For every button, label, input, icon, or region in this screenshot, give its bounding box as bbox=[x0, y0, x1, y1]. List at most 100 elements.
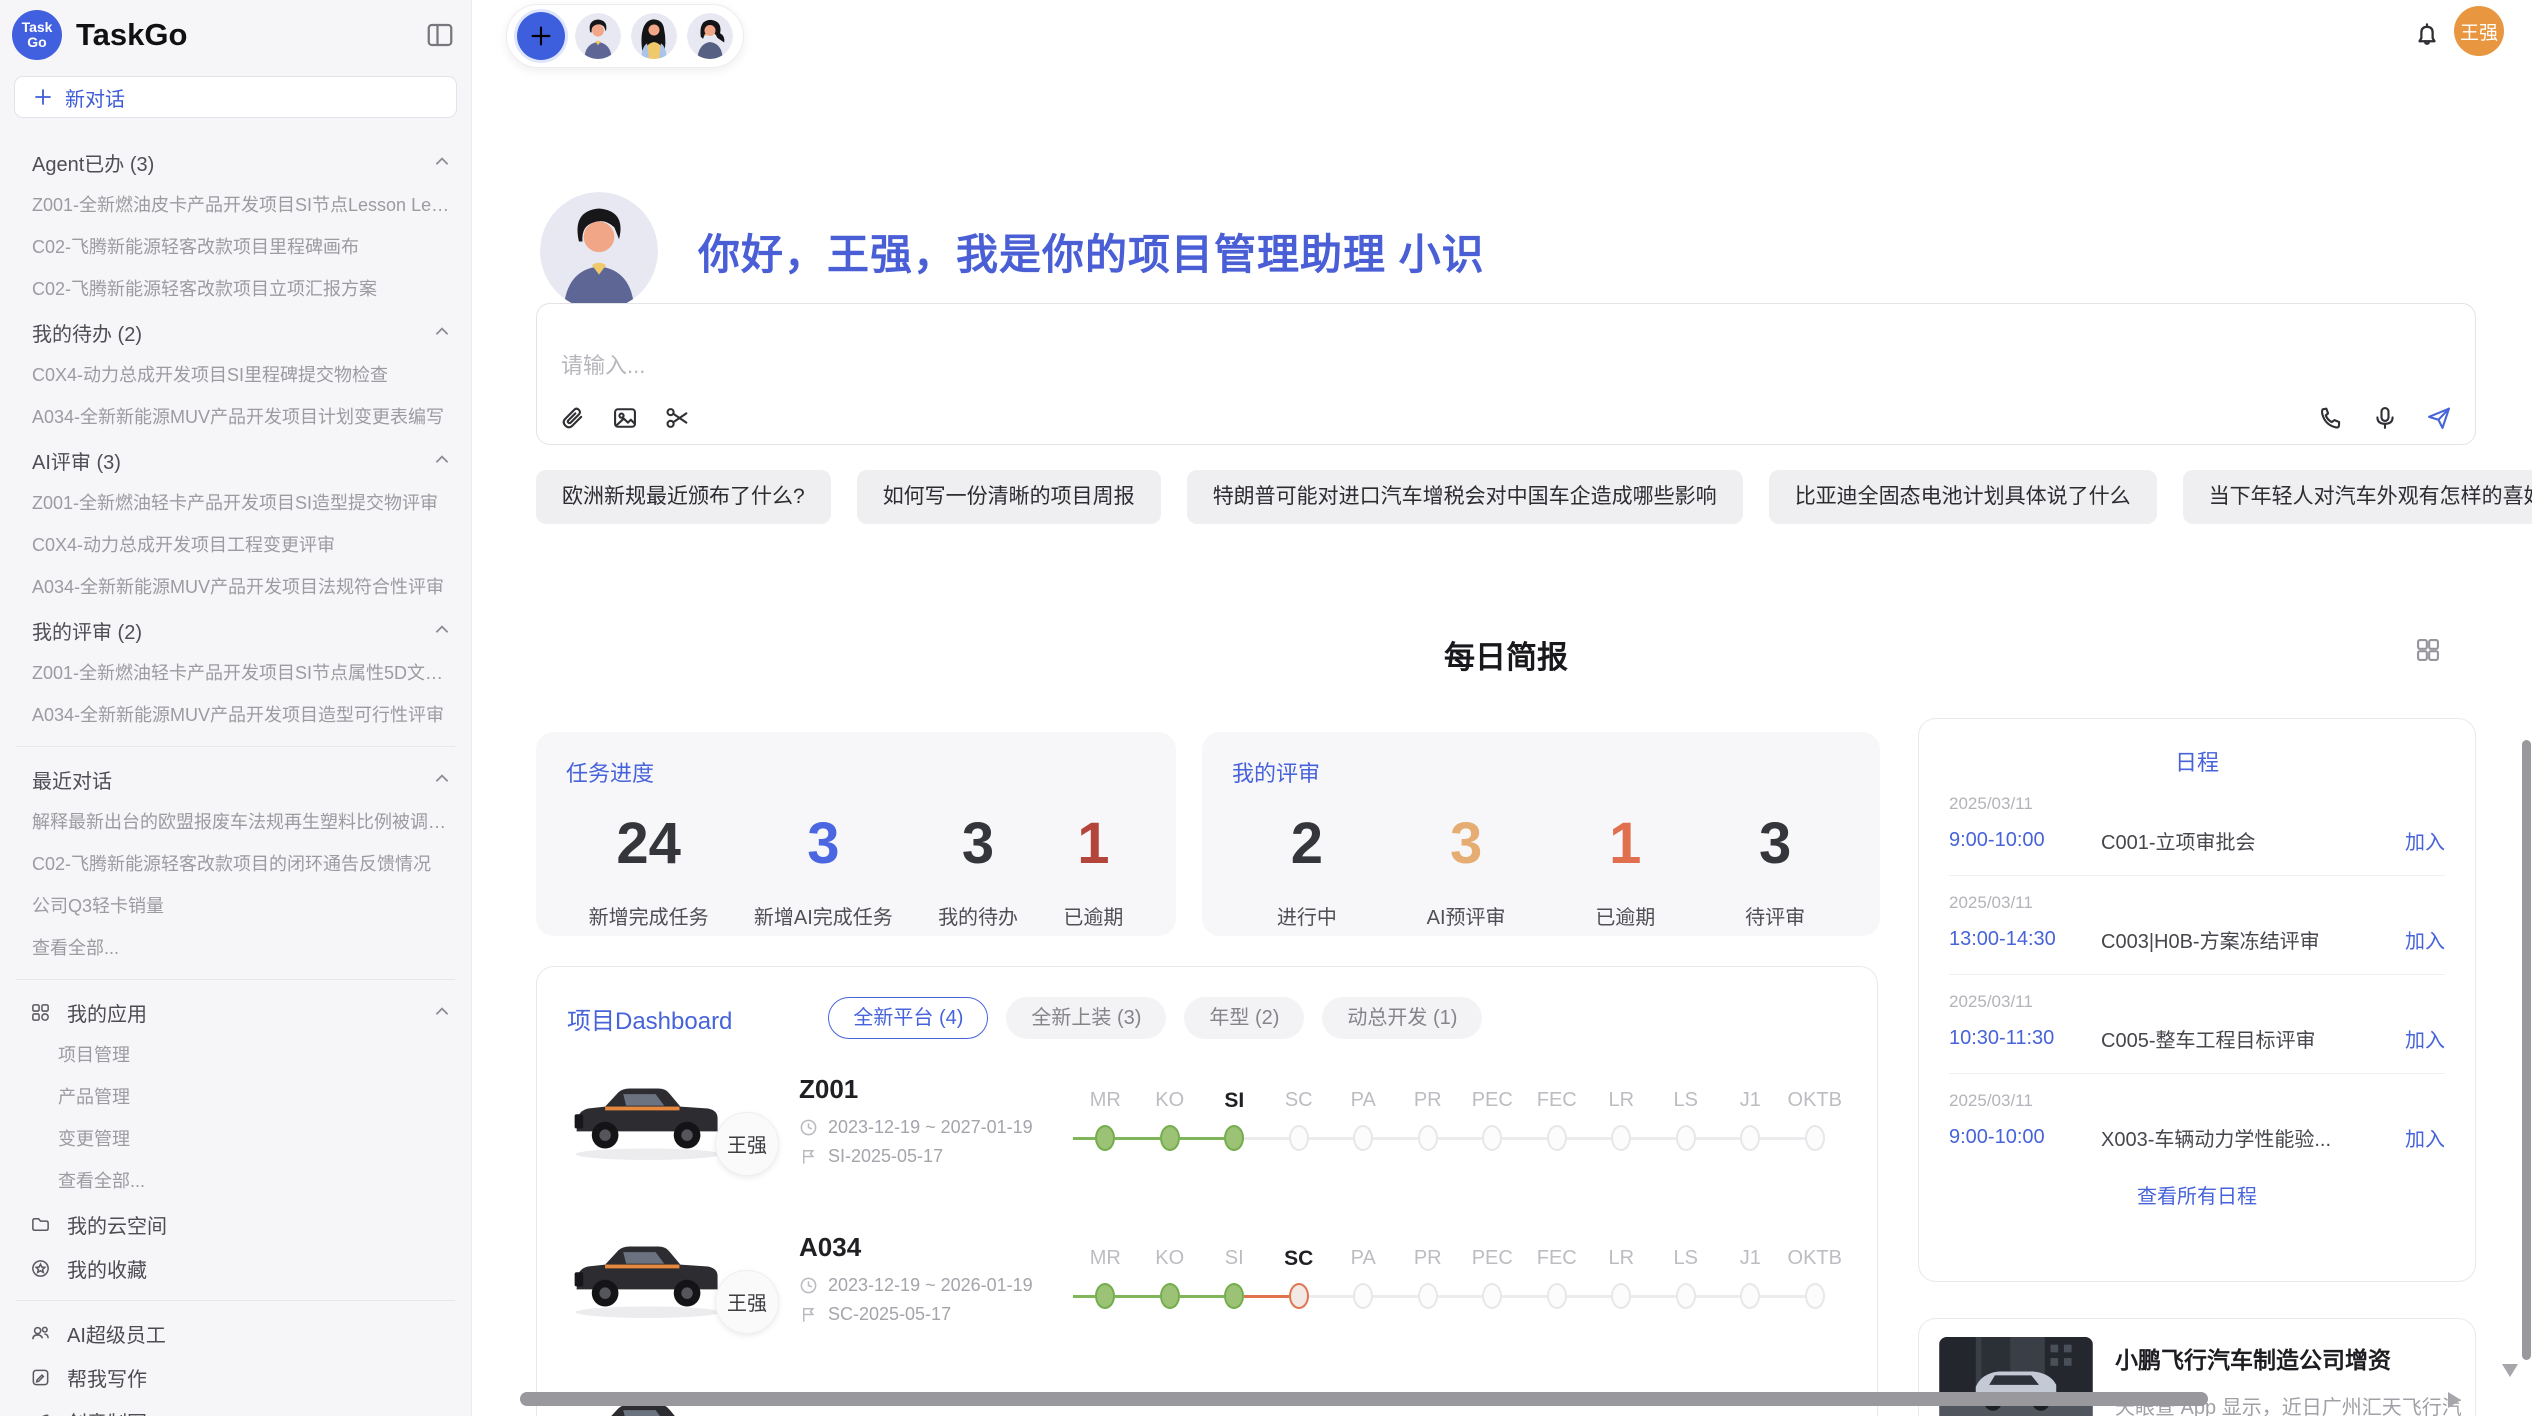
milestone-dot bbox=[1353, 1125, 1373, 1151]
sidebar-task-item[interactable]: Z001-全新燃油皮卡产品开发项目SI节点Lesson Learn报告 bbox=[0, 184, 471, 226]
milestone-dot bbox=[1740, 1125, 1760, 1151]
join-link[interactable]: 加入 bbox=[2405, 826, 2445, 855]
daily-briefing-title: 每日简报 bbox=[1444, 632, 1568, 677]
project-row[interactable]: 王强 A034 2023-12-19 ~ 2026-01-19 SC-2025-… bbox=[567, 1201, 1847, 1355]
schedule-item: 2025/03/11 9:00-10:00 C001-立项审批会 加入 bbox=[1949, 777, 2445, 876]
tab-model-year[interactable]: 年型 (2) bbox=[1184, 997, 1304, 1039]
section-header[interactable]: 我的待办 (2) bbox=[0, 310, 471, 354]
stat-value: 3 bbox=[754, 810, 893, 877]
microphone-icon[interactable] bbox=[2371, 404, 2399, 432]
phone-call-icon[interactable] bbox=[2317, 404, 2345, 432]
view-all-schedule-link[interactable]: 查看所有日程 bbox=[1949, 1180, 2445, 1209]
sidebar-task-item[interactable]: C0X4-动力总成开发项目工程变更评审 bbox=[0, 524, 471, 566]
chevron-up-icon bbox=[433, 451, 451, 469]
sidebar-task-item[interactable]: Z001-全新燃油轻卡产品开发项目SI节点属性5D文件评审 bbox=[0, 652, 471, 694]
vertical-scrollbar-thumb[interactable] bbox=[2522, 740, 2531, 1360]
sidebar-header: Task Go TaskGo bbox=[0, 0, 471, 66]
section-header[interactable]: AI评审 (3) bbox=[0, 438, 471, 482]
tab-new-body[interactable]: 全新上装 (3) bbox=[1006, 997, 1166, 1039]
section-header[interactable]: 最近对话 bbox=[0, 757, 471, 801]
section-header[interactable]: 我的评审 (2) bbox=[0, 608, 471, 652]
project-dashboard-card: 项目Dashboard 全新平台 (4) 全新上装 (3) 年型 (2) 动总开… bbox=[536, 966, 1878, 1416]
milestone-dot bbox=[1740, 1283, 1760, 1309]
agent-avatar[interactable] bbox=[687, 13, 733, 59]
sidebar-task-item[interactable]: C02-飞腾新能源轻客改款项目立项汇报方案 bbox=[0, 268, 471, 310]
sidebar-item-help-me-write[interactable]: 帮我写作 bbox=[0, 1355, 471, 1399]
milestone: LR bbox=[1589, 1089, 1654, 1151]
sidebar-item-creative-drawing[interactable]: 创意制图 bbox=[0, 1399, 471, 1416]
layout-grid-icon[interactable] bbox=[2414, 636, 2442, 664]
image-icon[interactable] bbox=[611, 404, 639, 432]
milestone: FEC bbox=[1525, 1089, 1590, 1151]
sidebar-section-my-todo: 我的待办 (2) C0X4-动力总成开发项目SI里程碑提交物检查 A034-全新… bbox=[0, 310, 471, 438]
attachment-icon[interactable] bbox=[559, 404, 587, 432]
sidebar-task-item[interactable]: C0X4-动力总成开发项目SI里程碑提交物检查 bbox=[0, 354, 471, 396]
milestone: SC bbox=[1267, 1247, 1332, 1309]
milestone-dot bbox=[1160, 1283, 1180, 1309]
stat-label: 待评审 bbox=[1745, 901, 1805, 930]
stat-value: 24 bbox=[589, 810, 709, 877]
suggestion-chip[interactable]: 当下年轻人对汽车外观有怎样的喜好趋势 bbox=[2183, 470, 2532, 524]
sidebar-task-item[interactable]: A034-全新新能源MUV产品开发项目造型可行性评审 bbox=[0, 694, 471, 736]
milestone-dot bbox=[1676, 1283, 1696, 1309]
apps-view-all[interactable]: 查看全部... bbox=[0, 1160, 471, 1202]
sidebar: Task Go TaskGo 新对话 Agent已办 (3) Z001-全新燃油… bbox=[0, 0, 472, 1416]
scroll-right-arrow[interactable] bbox=[2448, 1392, 2461, 1408]
message-input[interactable] bbox=[561, 348, 1761, 388]
notifications-bell-icon[interactable] bbox=[2412, 20, 2442, 50]
join-link[interactable]: 加入 bbox=[2405, 1024, 2445, 1053]
sidebar-task-item[interactable]: A034-全新新能源MUV产品开发项目计划变更表编写 bbox=[0, 396, 471, 438]
sidebar-task-item[interactable]: Z001-全新燃油轻卡产品开发项目SI造型提交物评审 bbox=[0, 482, 471, 524]
stat-value: 3 bbox=[938, 810, 1018, 877]
app-logo: Task Go bbox=[12, 10, 62, 60]
join-link[interactable]: 加入 bbox=[2405, 925, 2445, 954]
sidebar-task-item[interactable]: A034-全新新能源MUV产品开发项目法规符合性评审 bbox=[0, 566, 471, 608]
milestone-dot bbox=[1160, 1125, 1180, 1151]
schedule-time: 13:00-14:30 bbox=[1949, 928, 2101, 951]
chevron-up-icon bbox=[433, 770, 451, 788]
user-avatar[interactable]: 王强 bbox=[2454, 6, 2504, 56]
project-row[interactable]: 王强 Z001 2023-12-19 ~ 2027-01-19 SI-2025-… bbox=[567, 1043, 1847, 1197]
collapse-sidebar-icon[interactable] bbox=[425, 20, 455, 50]
recent-chat-item[interactable]: C02-飞腾新能源轻客改款项目的闭环通告反馈情况 bbox=[0, 843, 471, 885]
join-link[interactable]: 加入 bbox=[2405, 1123, 2445, 1152]
send-icon[interactable] bbox=[2425, 404, 2453, 432]
scissors-icon[interactable] bbox=[663, 404, 691, 432]
horizontal-scrollbar-thumb[interactable] bbox=[520, 1392, 2208, 1406]
schedule-time: 9:00-10:00 bbox=[1949, 1126, 2101, 1149]
agent-avatar[interactable] bbox=[575, 13, 621, 59]
app-item-change-mgmt[interactable]: 变更管理 bbox=[0, 1118, 471, 1160]
star-badge-icon bbox=[30, 1258, 51, 1279]
add-agent-button[interactable] bbox=[517, 12, 565, 60]
milestone-dot bbox=[1289, 1125, 1309, 1151]
suggestion-chip[interactable]: 特朗普可能对进口汽车增税会对中国车企造成哪些影响 bbox=[1187, 470, 1743, 524]
suggestion-chip[interactable]: 比亚迪全固态电池计划具体说了什么 bbox=[1769, 470, 2157, 524]
agent-avatar[interactable] bbox=[631, 13, 677, 59]
suggestion-chip[interactable]: 如何写一份清晰的项目周报 bbox=[857, 470, 1161, 524]
milestone: SI bbox=[1202, 1089, 1267, 1151]
milestone-dot bbox=[1676, 1125, 1696, 1151]
write-icon bbox=[30, 1367, 51, 1388]
recent-chat-item[interactable]: 公司Q3轻卡销量 bbox=[0, 885, 471, 927]
new-chat-button[interactable]: 新对话 bbox=[14, 76, 457, 118]
recent-view-all[interactable]: 查看全部... bbox=[0, 927, 471, 969]
suggestion-chip[interactable]: 欧洲新规最近颁布了什么? bbox=[536, 470, 831, 524]
dashboard-header: 项目Dashboard 全新平台 (4) 全新上装 (3) 年型 (2) 动总开… bbox=[567, 967, 1847, 1039]
composer-left-tools bbox=[559, 404, 691, 432]
app-item-project-mgmt[interactable]: 项目管理 bbox=[0, 1034, 471, 1076]
my-apps-header[interactable]: 我的应用 bbox=[0, 990, 471, 1034]
truck-image bbox=[567, 1228, 729, 1324]
milestone-dot bbox=[1611, 1283, 1631, 1309]
tab-new-platform[interactable]: 全新平台 (4) bbox=[828, 997, 988, 1039]
sidebar-item-favorites[interactable]: 我的收藏 bbox=[0, 1246, 471, 1290]
sidebar-item-ai-super-staff[interactable]: AI超级员工 bbox=[0, 1311, 471, 1355]
section-header[interactable]: Agent已办 (3) bbox=[0, 140, 471, 184]
app-item-product-mgmt[interactable]: 产品管理 bbox=[0, 1076, 471, 1118]
recent-chat-item[interactable]: 解释最新出台的欧盟报废车法规再生塑料比例被调至15%... bbox=[0, 801, 471, 843]
project-row-partial[interactable] bbox=[567, 1359, 1847, 1416]
sidebar-item-cloud-space[interactable]: 我的云空间 bbox=[0, 1202, 471, 1246]
sidebar-task-item[interactable]: C02-飞腾新能源轻客改款项目里程碑画布 bbox=[0, 226, 471, 268]
clock-icon bbox=[799, 1276, 818, 1295]
scroll-down-arrow[interactable] bbox=[2502, 1364, 2518, 1377]
tab-powertrain[interactable]: 动总开发 (1) bbox=[1322, 997, 1482, 1039]
